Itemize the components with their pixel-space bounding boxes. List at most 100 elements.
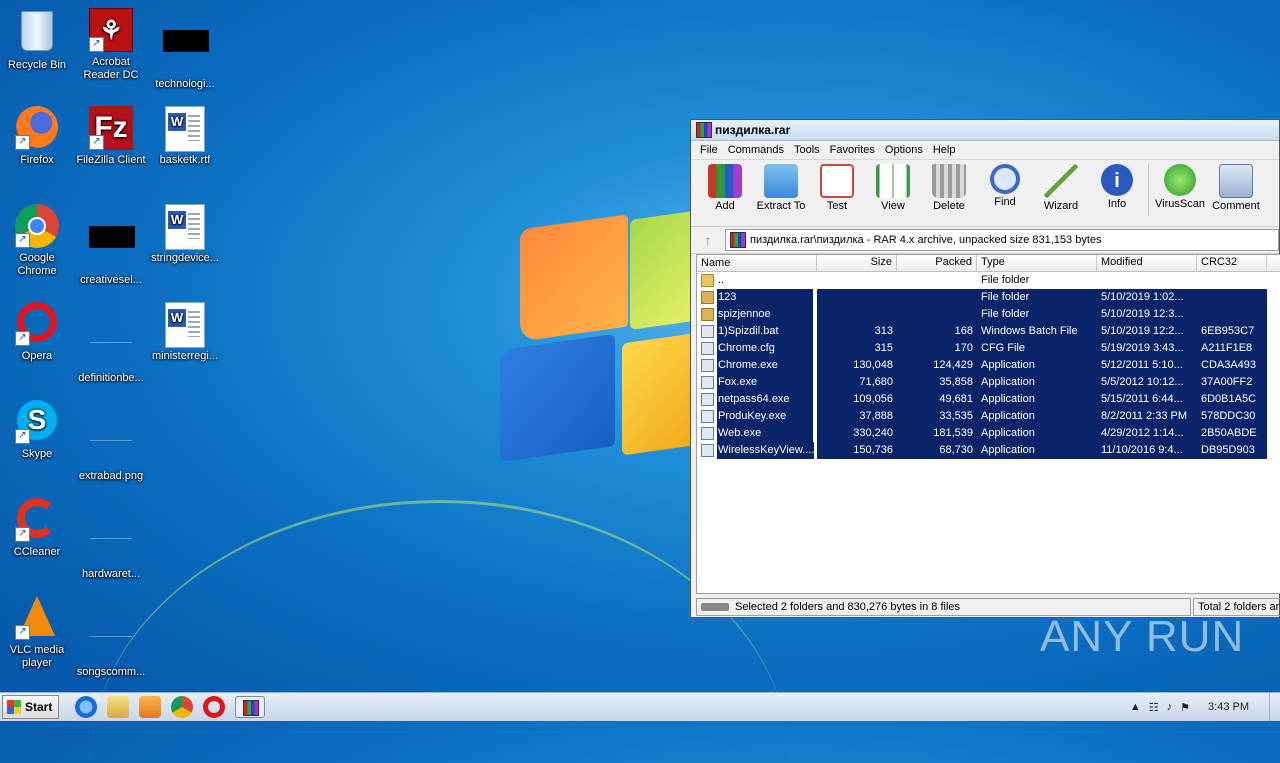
menu-options[interactable]: Options	[880, 144, 928, 156]
virusscan-button[interactable]: VirusScan	[1152, 164, 1208, 210]
desktop-icon-skype[interactable]: S ↗ Skype	[0, 400, 74, 461]
desktop-icon-chrome[interactable]: ↗ Google Chrome	[0, 204, 74, 278]
window-titlebar[interactable]: пиздилка.rar	[691, 120, 1279, 141]
file-row[interactable]: 123 File folder 5/10/2019 1:02...	[697, 289, 1280, 306]
comment-button[interactable]: Comment	[1208, 164, 1264, 212]
file-row[interactable]: Fox.exe 71,680 35,858 Application 5/5/2012 1…	[697, 374, 1280, 391]
desktop-icon-hardwaret[interactable]: hardwaret...	[74, 498, 148, 581]
file-row[interactable]: WirelessKeyView.... 150,736 68,730 Applicat…	[697, 442, 1280, 459]
file-size: 71,680	[817, 374, 897, 391]
opera-icon[interactable]	[203, 696, 226, 718]
action-center-flag-icon[interactable]: ⚑	[1180, 701, 1190, 714]
window-title: пиздилка.rar	[715, 123, 791, 137]
test-button[interactable]: Test	[809, 164, 865, 212]
drive-icon[interactable]	[701, 603, 729, 611]
wizard-wand-icon	[1044, 164, 1078, 198]
delete-button[interactable]: Delete	[921, 164, 977, 212]
desktop-icon-vlc[interactable]: ↗ VLC media player	[0, 596, 74, 670]
wizard-button[interactable]: Wizard	[1033, 164, 1089, 212]
column-size[interactable]: Size	[817, 255, 897, 271]
view-button[interactable]: View	[865, 164, 921, 212]
clock[interactable]: 3:43 PM	[1208, 701, 1249, 713]
find-button[interactable]: Find	[977, 164, 1033, 208]
redacted-thumbnail-icon	[89, 226, 135, 270]
file-size	[817, 272, 897, 289]
media-player-icon[interactable]	[139, 696, 162, 718]
volume-icon[interactable]: ♪	[1167, 701, 1173, 713]
column-name[interactable]: Name	[697, 255, 817, 271]
file-icon	[701, 427, 714, 440]
desktop-icon-firefox[interactable]: ↗ Firefox	[0, 106, 74, 167]
explorer-icon[interactable]	[107, 696, 130, 718]
desktop-icon-basketk[interactable]: basketk.rtf	[148, 106, 222, 167]
column-modified[interactable]: Modified	[1097, 255, 1197, 271]
desktop-icon-technologi[interactable]: technologi...	[148, 8, 222, 91]
desktop-icon-extrabad[interactable]: extrabad.png	[74, 400, 148, 483]
desktop-icon-label: Opera	[21, 350, 53, 362]
desktop-icon-songscomm[interactable]: songscomm...	[74, 596, 148, 679]
menu-tools[interactable]: Tools	[789, 144, 825, 156]
file-icon	[701, 325, 714, 338]
menu-file[interactable]: File	[695, 144, 723, 156]
file-row[interactable]: 1)Spizdil.bat 313 168 Windows Batch File 5/1…	[697, 323, 1280, 340]
desktop-icon-recycle-bin[interactable]: Recycle Bin	[0, 8, 74, 72]
desktop-icon-label: Acrobat Reader DC	[83, 56, 139, 81]
file-row[interactable]: ProduKey.exe 37,888 33,535 Application 8/2/2…	[697, 408, 1280, 425]
desktop-icon-ccleaner[interactable]: ↗ CCleaner	[0, 498, 74, 559]
winrar-icon	[696, 122, 712, 138]
file-row[interactable]: .. File folder	[697, 272, 1280, 289]
file-row[interactable]: spizjennoe File folder 5/10/2019 12:3...	[697, 306, 1280, 323]
file-row[interactable]: netpass64.exe 109,056 49,681 Application 5/1…	[697, 391, 1280, 408]
desktop-icon-label: Google Chrome	[17, 252, 57, 277]
file-size: 37,888	[817, 408, 897, 425]
file-row[interactable]: Chrome.cfg 315 170 CFG File 5/19/2019 3:43..…	[697, 340, 1280, 357]
column-type[interactable]: Type	[977, 255, 1097, 271]
file-icon	[701, 376, 714, 389]
desktop-icon-definitionbe[interactable]: definitionbe...	[74, 302, 148, 385]
desktop-icon-acrobat[interactable]: ⚘ ↗ Acrobat Reader DC	[74, 8, 148, 82]
column-crc32[interactable]: CRC32	[1197, 255, 1267, 271]
desktop-icon-creativesel[interactable]: creativesel...	[74, 204, 148, 287]
column-packed[interactable]: Packed	[897, 255, 977, 271]
file-crc32: 37A00FF2	[1197, 374, 1267, 391]
file-name-cell: Chrome.cfg	[697, 340, 817, 357]
menu-help[interactable]: Help	[928, 144, 961, 156]
winrar-taskbar-button[interactable]	[235, 696, 266, 718]
up-arrow-icon[interactable]: ↑	[697, 230, 719, 250]
desktop-icon-stringdevice[interactable]: stringdevice...	[148, 204, 222, 265]
desktop-icon-filezilla[interactable]: Fz ↗ FileZilla Client	[74, 106, 148, 167]
add-button[interactable]: Add	[697, 164, 753, 212]
path-field[interactable]: пиздилка.rar\пиздилка - RAR 4.x archive,…	[725, 229, 1279, 251]
file-name-cell: ..	[697, 272, 817, 289]
file-name-cell: Chrome.exe	[697, 357, 817, 374]
shortcut-arrow-icon: ↗	[15, 233, 30, 248]
network-icon[interactable]: ☷	[1149, 701, 1159, 714]
chrome-icon[interactable]	[171, 696, 194, 718]
folder-icon	[701, 308, 714, 321]
info-button[interactable]: i Info	[1089, 164, 1145, 210]
file-name-cell: Web.exe	[697, 425, 817, 442]
file-crc32	[1197, 306, 1267, 323]
show-desktop-button[interactable]	[1269, 693, 1280, 721]
file-row[interactable]: Chrome.exe 130,048 124,429 Application 5/12/…	[697, 357, 1280, 374]
ie-icon[interactable]	[75, 696, 98, 718]
file-modified: 8/2/2011 2:33 PM	[1097, 408, 1197, 425]
extract-to-button[interactable]: Extract To	[753, 164, 809, 212]
desktop-icon-ministerregi[interactable]: ministerregi...	[148, 302, 222, 363]
menu-favorites[interactable]: Favorites	[825, 144, 880, 156]
file-row[interactable]: Web.exe 330,240 181,539 Application 4/29/201…	[697, 425, 1280, 442]
start-button[interactable]: Start	[2, 695, 60, 719]
file-name-cell: ProduKey.exe	[697, 408, 817, 425]
desktop-icon-opera[interactable]: ↗ Opera	[0, 302, 74, 363]
desktop-icon-label: hardwaret...	[81, 568, 141, 580]
show-hidden-icons-icon[interactable]: ▲	[1130, 701, 1141, 713]
file-list[interactable]: Name Size Packed Type Modified CRC32 .. F…	[696, 254, 1280, 594]
opera-icon: ↗	[15, 302, 59, 346]
menu-commands[interactable]: Commands	[723, 144, 789, 156]
winrar-window[interactable]: пиздилка.rar File Commands Tools Favorit…	[690, 119, 1280, 618]
file-name: netpass64.exe	[717, 391, 813, 408]
desktop-icon-label: basketk.rtf	[159, 154, 211, 166]
file-name-cell: 123	[697, 289, 817, 306]
file-type: Application	[977, 391, 1097, 408]
menu-bar: File Commands Tools Favorites Options He…	[691, 141, 1279, 160]
